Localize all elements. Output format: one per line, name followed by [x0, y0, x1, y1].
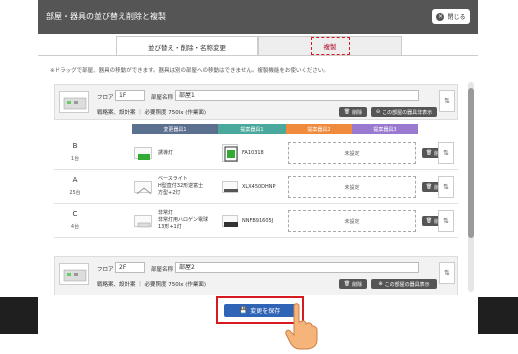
- reorder-modal: 部屋・器具の並び替え削除と複製 × 閉じる 並び替え・削除・名称変更 複製 ※ド…: [38, 0, 478, 334]
- trash-icon: 🗑: [425, 218, 433, 224]
- fixture-qty: 25台: [69, 190, 81, 196]
- emergency-light-icon: [222, 215, 238, 227]
- room-meta: 戦略案、設計案 ｜ 必要照度 750lx (作業面): [97, 282, 207, 288]
- floor-select[interactable]: 1F: [115, 90, 145, 101]
- scrollbar[interactable]: [468, 82, 474, 292]
- unset-slot[interactable]: 未設定: [288, 176, 416, 198]
- room-name-input[interactable]: 部屋2: [175, 262, 419, 273]
- room-list: フロア 1F 部屋名称 部屋1 戦略案、設計案 ｜ 必要照度 750lx (作業…: [54, 80, 458, 295]
- save-icon: 💾: [239, 307, 248, 314]
- floor-select[interactable]: 2F: [115, 262, 145, 273]
- delete-room-button[interactable]: 🗑 削除: [339, 107, 367, 117]
- unset-slot[interactable]: 未設定: [288, 142, 416, 164]
- fixture-model: XLX450DHNP: [242, 184, 276, 190]
- drag-handle-icon[interactable]: ⇅: [438, 176, 454, 198]
- pointing-hand-icon: [285, 303, 318, 350]
- trash-icon: 🗑: [425, 184, 433, 190]
- column-header: 変更器具1: [132, 124, 218, 134]
- drag-handle-icon[interactable]: ⇅: [438, 210, 454, 232]
- fixture-code: B: [72, 142, 78, 150]
- show-fixtures-button[interactable]: ⊕ この部屋の器具表示: [371, 279, 437, 289]
- fixture-model: FA10318: [242, 150, 264, 156]
- floor-label: フロア: [97, 267, 114, 273]
- room-thumbnail-icon: [59, 263, 89, 285]
- floor-label: フロア: [97, 95, 114, 101]
- column-header: 提案器具3: [352, 124, 418, 134]
- drag-handle-icon[interactable]: ⇅: [439, 262, 455, 284]
- hide-fixtures-button[interactable]: ⊖ この部屋の器具非表示: [371, 107, 437, 117]
- trash-icon: 🗑: [425, 150, 433, 156]
- fixture-model: NNFB91605J: [242, 218, 274, 224]
- exit-sign-icon: [134, 147, 152, 160]
- room-card: フロア 2F 部屋名称 部屋2 戦略案、設計案 ｜ 必要照度 750lx (作業…: [54, 256, 458, 295]
- room-name-label: 部屋名称: [151, 95, 174, 101]
- fixture-name: 誘導灯: [158, 150, 174, 156]
- fixture-code: A: [72, 176, 78, 184]
- close-label: 閉じる: [447, 14, 466, 21]
- fixture-code: C: [72, 210, 78, 218]
- modal-title: 部屋・器具の並び替え削除と複製: [46, 12, 166, 21]
- modal-header: 部屋・器具の並び替え削除と複製 × 閉じる: [38, 0, 478, 34]
- scrollbar-thumb[interactable]: [468, 88, 474, 238]
- trash-icon: 🗑: [343, 281, 351, 287]
- tab-bar: 並び替え・削除・名称変更 複製: [116, 36, 402, 56]
- drag-handle-icon[interactable]: ⇅: [439, 90, 455, 112]
- plus-icon: ⊕: [378, 281, 383, 287]
- fixture-name: ベースライト H型直付32形逆富士 方型+2灯: [158, 176, 204, 196]
- unset-slot[interactable]: 未設定: [288, 210, 416, 232]
- fixture-qty: 4台: [70, 224, 80, 230]
- base-light-icon: [222, 181, 238, 193]
- room-name-input[interactable]: 部屋1: [175, 90, 419, 101]
- base-light-icon: [134, 181, 152, 195]
- tab-divider: [38, 55, 478, 56]
- tab-reorder[interactable]: 並び替え・削除・名称変更: [116, 36, 258, 56]
- room-card: フロア 1F 部屋名称 部屋1 戦略案、設計案 ｜ 必要照度 750lx (作業…: [54, 84, 458, 120]
- fixture-row: A 25台 ベースライト H型直付32形逆富士 方型+2灯 XLX450DHNP…: [54, 170, 458, 204]
- column-header: 提案器具2: [286, 124, 352, 134]
- fixture-row: B 1台 誘導灯 FA10318 未設定 🗑削除: [54, 136, 458, 170]
- tab-duplicate-label: 複製: [310, 37, 350, 55]
- tab-duplicate[interactable]: 複製: [258, 36, 402, 56]
- delete-room-button[interactable]: 🗑 削除: [339, 279, 367, 289]
- emergency-light-icon: [134, 215, 152, 228]
- drag-handle-icon[interactable]: ⇅: [438, 142, 454, 164]
- trash-icon: 🗑: [343, 109, 351, 115]
- close-button[interactable]: × 閉じる: [432, 9, 470, 24]
- fixture-qty: 1台: [70, 156, 80, 162]
- close-icon: ×: [436, 12, 445, 21]
- room-thumbnail-icon: [59, 91, 89, 113]
- instruction-note: ※ドラッグで部屋、器具の移動ができます。器具は別の部屋への移動はできません。複製…: [50, 68, 329, 74]
- column-header: 提案器具1: [218, 124, 286, 134]
- minus-icon: ⊖: [375, 109, 381, 115]
- save-label: 変更を保存: [250, 308, 281, 315]
- room-meta: 戦略案、設計案 ｜ 必要照度 750lx (作業面): [97, 110, 207, 116]
- fixture-row: C 4台 非常灯 非常灯用ハロゲン電球 13形+1灯 NNFB91605J 未設…: [54, 204, 458, 238]
- room-name-label: 部屋名称: [151, 267, 174, 273]
- exit-sign-icon: [222, 144, 238, 162]
- fixture-name: 非常灯 非常灯用ハロゲン電球 13形+1灯: [158, 210, 209, 230]
